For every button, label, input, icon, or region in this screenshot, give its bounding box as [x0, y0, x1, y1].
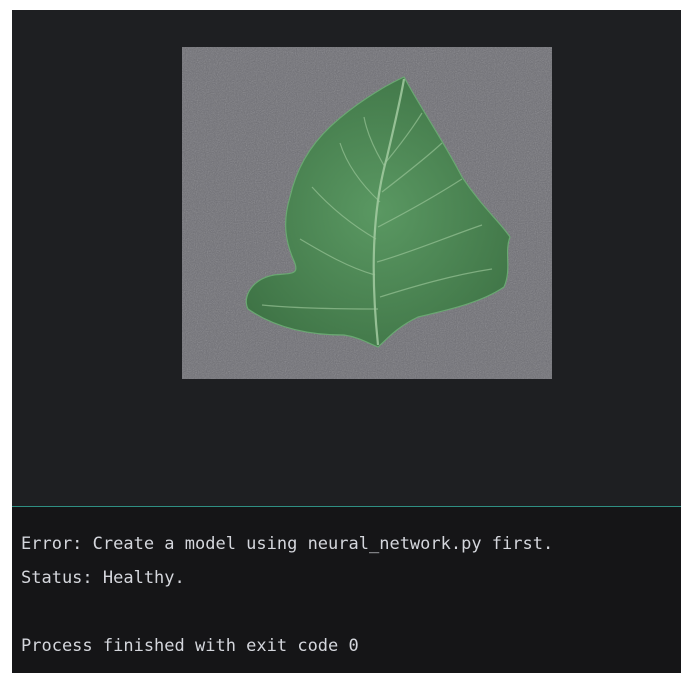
console-line-error: Error: Create a model using neural_netwo…	[21, 534, 554, 554]
image-preview-pane	[12, 10, 681, 507]
console-output[interactable]: Error: Create a model using neural_netwo…	[12, 507, 681, 673]
leaf-image	[182, 47, 552, 379]
console-line-exit: Process finished with exit code 0	[21, 636, 359, 656]
console-line-status: Status: Healthy.	[21, 568, 185, 588]
app-window: Error: Create a model using neural_netwo…	[12, 10, 681, 673]
leaf-photo-graphic	[182, 47, 552, 379]
